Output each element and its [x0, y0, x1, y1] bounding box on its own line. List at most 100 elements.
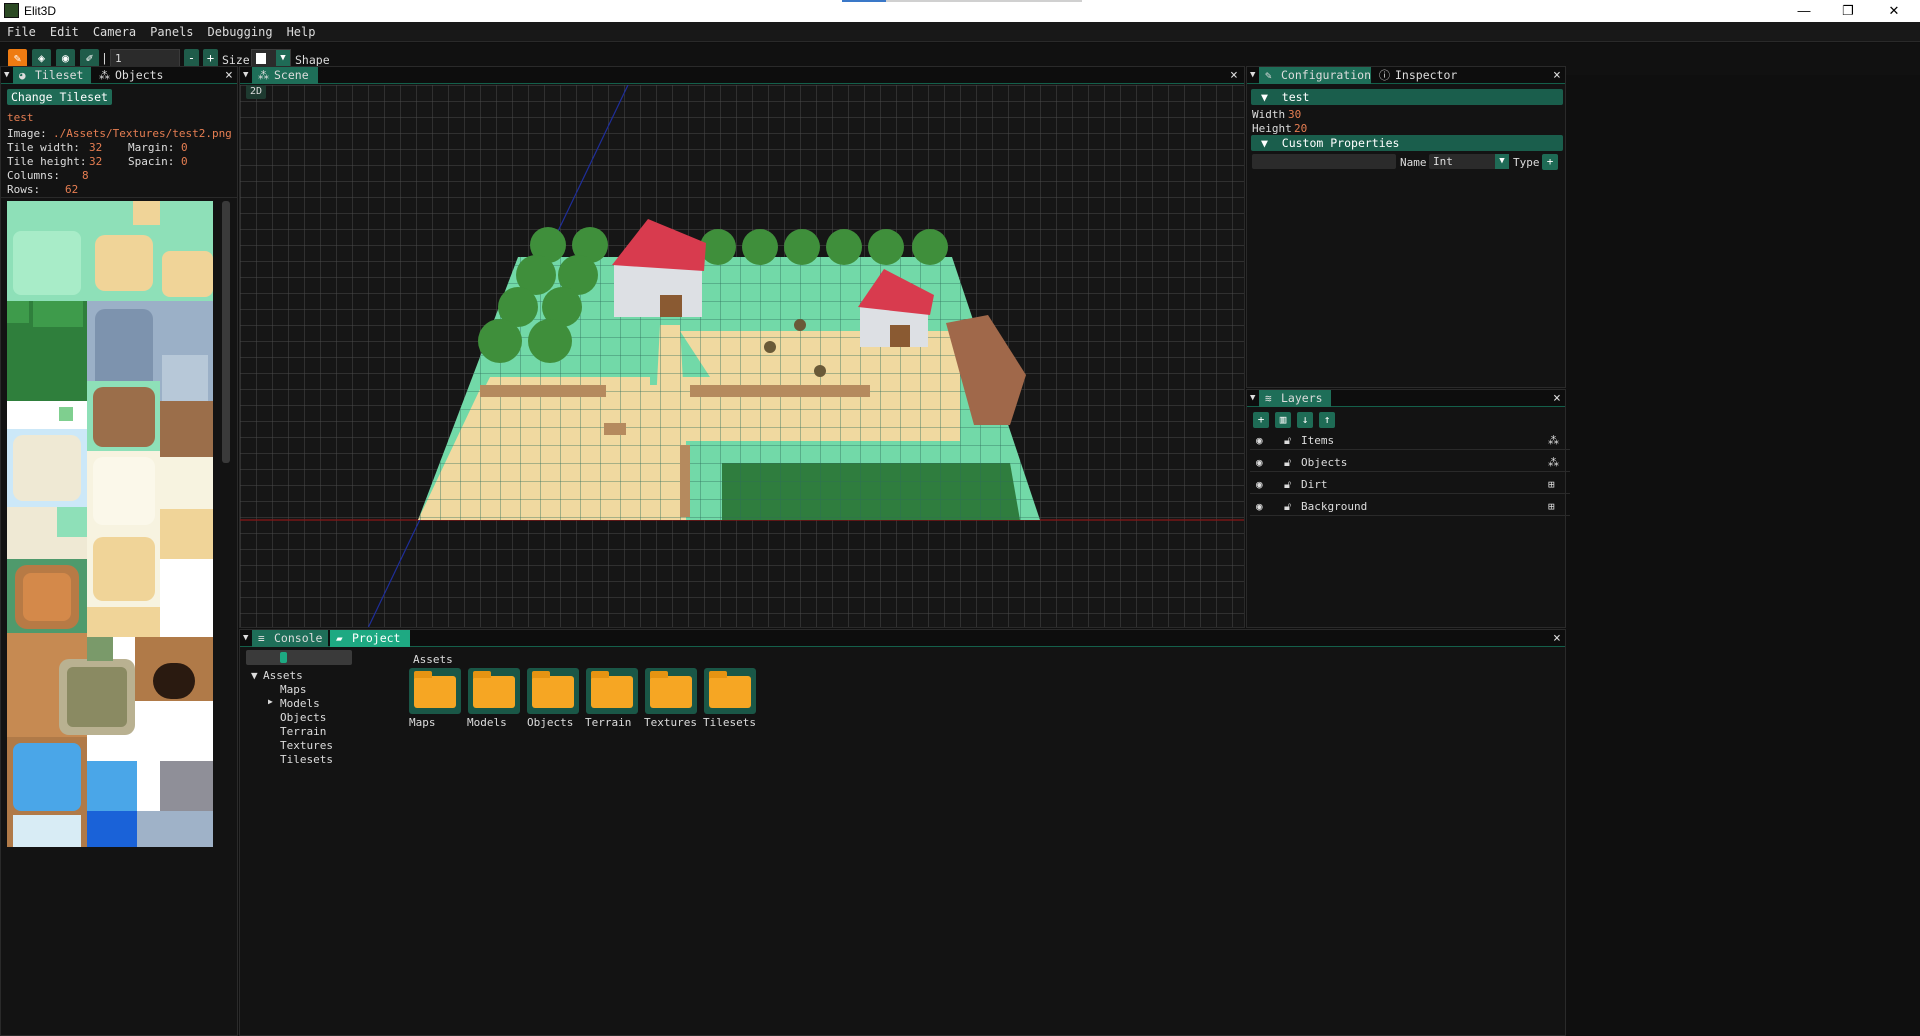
tree-item[interactable]: Maps — [280, 683, 307, 696]
tree-item[interactable]: Models — [280, 697, 320, 710]
height-value[interactable]: 20 — [1294, 122, 1307, 135]
tree-expand-icon[interactable]: ▶ — [268, 697, 273, 706]
folder-icon[interactable] — [645, 668, 697, 714]
menu-edit[interactable]: Edit — [43, 22, 86, 39]
folder-label[interactable]: Terrain — [585, 716, 631, 729]
tab-scene[interactable]: ⁂ Scene — [252, 67, 318, 84]
section-header-test[interactable]: ▼ test — [1251, 89, 1563, 105]
close-panel-icon[interactable]: × — [1230, 67, 1238, 84]
folder-label[interactable]: Maps — [409, 716, 436, 729]
tree-item[interactable]: Objects — [280, 711, 326, 724]
collapse-icon[interactable]: ▼ — [243, 67, 248, 84]
property-name-input[interactable] — [1252, 154, 1396, 169]
layers-icon: ≋ — [1265, 392, 1272, 405]
move-down-button[interactable]: ↓ — [1297, 412, 1313, 428]
width-value[interactable]: 30 — [1288, 108, 1301, 121]
scene-tabbar: ▼ ⁂ Scene × — [240, 67, 1244, 84]
chevron-down-icon: ▼ — [276, 50, 290, 67]
tree-item[interactable]: Textures — [280, 739, 333, 752]
scene-viewport[interactable]: 2D — [240, 84, 1244, 627]
menu-help[interactable]: Help — [280, 22, 323, 39]
configuration-panel: ▼ ✎ Configuration ⓘ Inspector × ▼ test Wid… — [1246, 66, 1566, 388]
lock-icon[interactable]: 🔓︎ — [1284, 500, 1291, 514]
eye-icon[interactable]: ◉ — [1256, 434, 1263, 447]
margin-value: 0 — [181, 141, 188, 154]
size-label: Size — [222, 53, 250, 67]
folder-icon[interactable] — [704, 668, 756, 714]
eye-icon[interactable]: ◉ — [1256, 478, 1263, 491]
tab-inspector[interactable]: ⓘ Inspector — [1373, 67, 1459, 84]
view-mode-button[interactable]: 2D — [246, 85, 266, 99]
image-label: Image: — [7, 127, 47, 140]
menu-file[interactable]: File — [0, 22, 43, 39]
eye-icon[interactable]: ◉ — [1256, 500, 1263, 513]
tile-width-value: 32 — [89, 141, 103, 154]
add-layer-button[interactable]: + — [1253, 412, 1269, 428]
tileset-image[interactable] — [7, 201, 213, 847]
tile-layer-icon: ⊞ — [1548, 478, 1555, 491]
tree-item[interactable]: Tilesets — [280, 753, 333, 766]
slider-thumb[interactable] — [280, 652, 287, 663]
folder-icon[interactable] — [586, 668, 638, 714]
tree-item[interactable]: Terrain — [280, 725, 326, 738]
tileset-panel: ▼ ◕ Tileset ⁂ Objects × Change Tileset tes… — [0, 66, 238, 1036]
move-up-button[interactable]: ↑ — [1319, 412, 1335, 428]
menu-camera[interactable]: Camera — [86, 22, 143, 39]
collapse-icon[interactable]: ▼ — [1250, 67, 1255, 84]
change-tileset-button[interactable]: Change Tileset — [7, 89, 112, 105]
zoom-slider[interactable] — [246, 650, 352, 665]
add-property-button[interactable]: + — [1542, 154, 1558, 170]
tab-objects[interactable]: ⁂ Objects — [93, 67, 173, 84]
loading-indicator — [842, 0, 1082, 2]
folder-label[interactable]: Models — [467, 716, 507, 729]
layer-row[interactable]: ◉ 🔓︎ Dirt ⊞ — [1250, 474, 1570, 494]
layer-row[interactable]: ◉ 🔓︎ Background ⊞ — [1250, 496, 1570, 516]
folder-label[interactable]: Textures — [644, 716, 697, 729]
divider — [1, 197, 237, 198]
delete-layer-button[interactable]: ▥ — [1275, 412, 1291, 428]
layer-name: Objects — [1301, 456, 1348, 469]
lock-icon[interactable]: 🔓︎ — [1284, 456, 1291, 470]
tree-item-assets[interactable]: Assets — [263, 669, 303, 682]
collapse-icon[interactable]: ▼ — [4, 67, 9, 84]
restore-icon[interactable]: ❐ — [1826, 1, 1870, 21]
section-header-custom-properties[interactable]: ▼ Custom Properties — [1251, 135, 1563, 151]
tab-project[interactable]: ▰ Project — [330, 630, 410, 647]
tab-console[interactable]: ≡ Console — [252, 630, 328, 647]
shape-label: Shape — [295, 53, 330, 67]
collapse-icon[interactable]: ▼ — [1250, 390, 1255, 407]
type-select[interactable]: Int ▼ — [1429, 154, 1509, 169]
tile-height-value: 32 — [89, 155, 103, 168]
collapse-icon[interactable]: ▼ — [243, 630, 248, 647]
folder-icon[interactable] — [527, 668, 579, 714]
tab-layers[interactable]: ≋ Layers — [1259, 390, 1331, 407]
close-panel-icon[interactable]: × — [225, 67, 233, 84]
lock-icon[interactable]: 🔓︎ — [1284, 434, 1291, 448]
tab-configuration[interactable]: ✎ Configuration — [1259, 67, 1371, 84]
folder-label[interactable]: Tilesets — [703, 716, 756, 729]
close-panel-icon[interactable]: × — [1553, 67, 1561, 84]
minimize-icon[interactable]: — — [1782, 1, 1826, 21]
close-panel-icon[interactable]: × — [1553, 630, 1561, 647]
chevron-down-icon: ▼ — [1261, 136, 1282, 150]
layer-row[interactable]: ◉ 🔓︎ Objects ⁂ — [1250, 452, 1570, 472]
tree-toggle-icon[interactable]: ▼ — [251, 669, 258, 682]
folder-label[interactable]: Objects — [527, 716, 573, 729]
close-panel-icon[interactable]: × — [1553, 390, 1561, 407]
project-tabbar: ▼ ≡ Console ▰ Project × — [240, 630, 1565, 647]
tab-tileset[interactable]: ◕ Tileset — [13, 67, 91, 84]
menu-panels[interactable]: Panels — [143, 22, 200, 39]
menu-debugging[interactable]: Debugging — [201, 22, 280, 39]
folder-icon[interactable] — [409, 668, 461, 714]
image-path: ./Assets/Textures/test2.png — [53, 127, 232, 140]
layer-name: Dirt — [1301, 478, 1328, 491]
window-title: Elit3D — [24, 4, 57, 18]
folder-icon[interactable] — [468, 668, 520, 714]
tileset-scrollbar[interactable] — [222, 201, 230, 463]
lock-icon[interactable]: 🔓︎ — [1284, 478, 1291, 492]
layer-row[interactable]: ◉ 🔓︎ Items ⁂ — [1250, 430, 1570, 450]
chevron-down-icon: ▼ — [1261, 90, 1282, 104]
folder-open-icon: ▰ — [336, 632, 343, 645]
close-window-icon[interactable]: ✕ — [1872, 1, 1916, 21]
eye-icon[interactable]: ◉ — [1256, 456, 1263, 469]
